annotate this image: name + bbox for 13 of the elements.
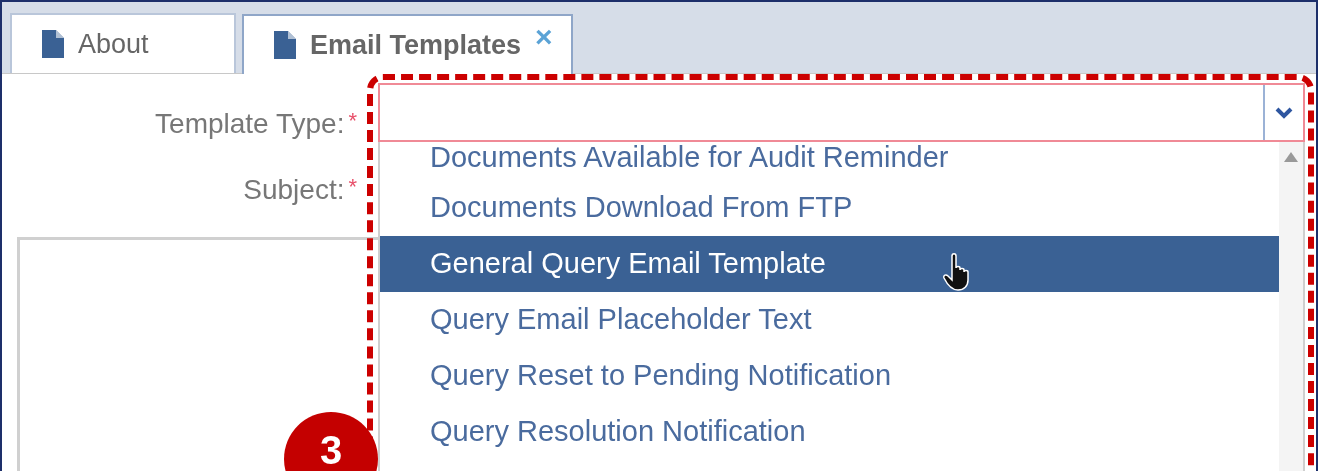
- document-icon: [274, 31, 296, 59]
- close-icon[interactable]: ×: [535, 20, 553, 54]
- required-mark: *: [348, 108, 357, 134]
- hand-cursor-icon: [942, 252, 972, 292]
- document-icon: [42, 30, 64, 58]
- tab[interactable]: Email Templates ×: [242, 14, 573, 74]
- dropdown-option[interactable]: General Query Email Template: [380, 236, 1279, 292]
- scrollbar[interactable]: [1279, 142, 1303, 471]
- field-label: Subject:: [243, 174, 345, 206]
- field-label: Template Type:: [155, 108, 345, 140]
- tab[interactable]: About: [10, 13, 236, 73]
- scroll-up-icon[interactable]: [1284, 152, 1298, 162]
- required-mark: *: [348, 174, 357, 200]
